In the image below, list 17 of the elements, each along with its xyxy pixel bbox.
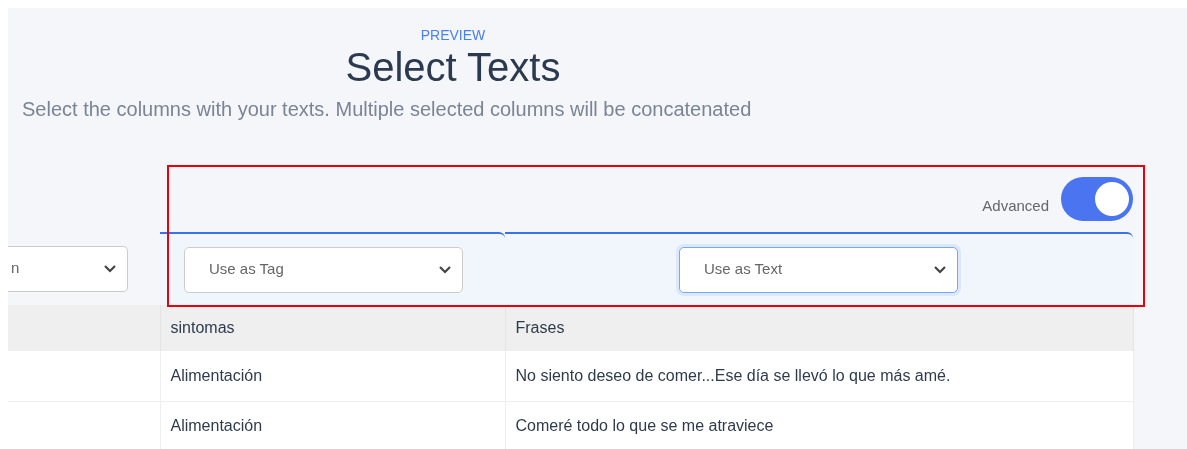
page-subtitle: Select the columns with your texts. Multiple selected columns will be concatenated: [21, 97, 753, 121]
table-cell: No siento deseo de comer...Ese día se llevó lo que más amé.: [505, 351, 1133, 401]
column-select[interactable]: n: [8, 245, 128, 292]
column-select[interactable]: Use as Tag: [184, 246, 463, 293]
page-title: Select Texts: [344, 44, 562, 91]
advanced-toggle[interactable]: [1061, 177, 1133, 221]
table-cell: Alimentación: [160, 401, 505, 449]
toggle-label: Advanced: [982, 195, 1049, 216]
chevron-down-icon: [933, 264, 947, 275]
chevron-down-icon: [438, 264, 452, 275]
eyebrow-label: PREVIEW: [419, 27, 487, 43]
table-cell: Comeré todo lo que se me atraviece: [505, 401, 1133, 449]
column-header: Frases: [505, 305, 1133, 351]
table-cell: Alimentación: [160, 351, 505, 401]
column-header: sintomas: [160, 305, 505, 351]
column-select[interactable]: Use as Text: [679, 246, 958, 293]
chevron-down-icon: [103, 263, 117, 274]
